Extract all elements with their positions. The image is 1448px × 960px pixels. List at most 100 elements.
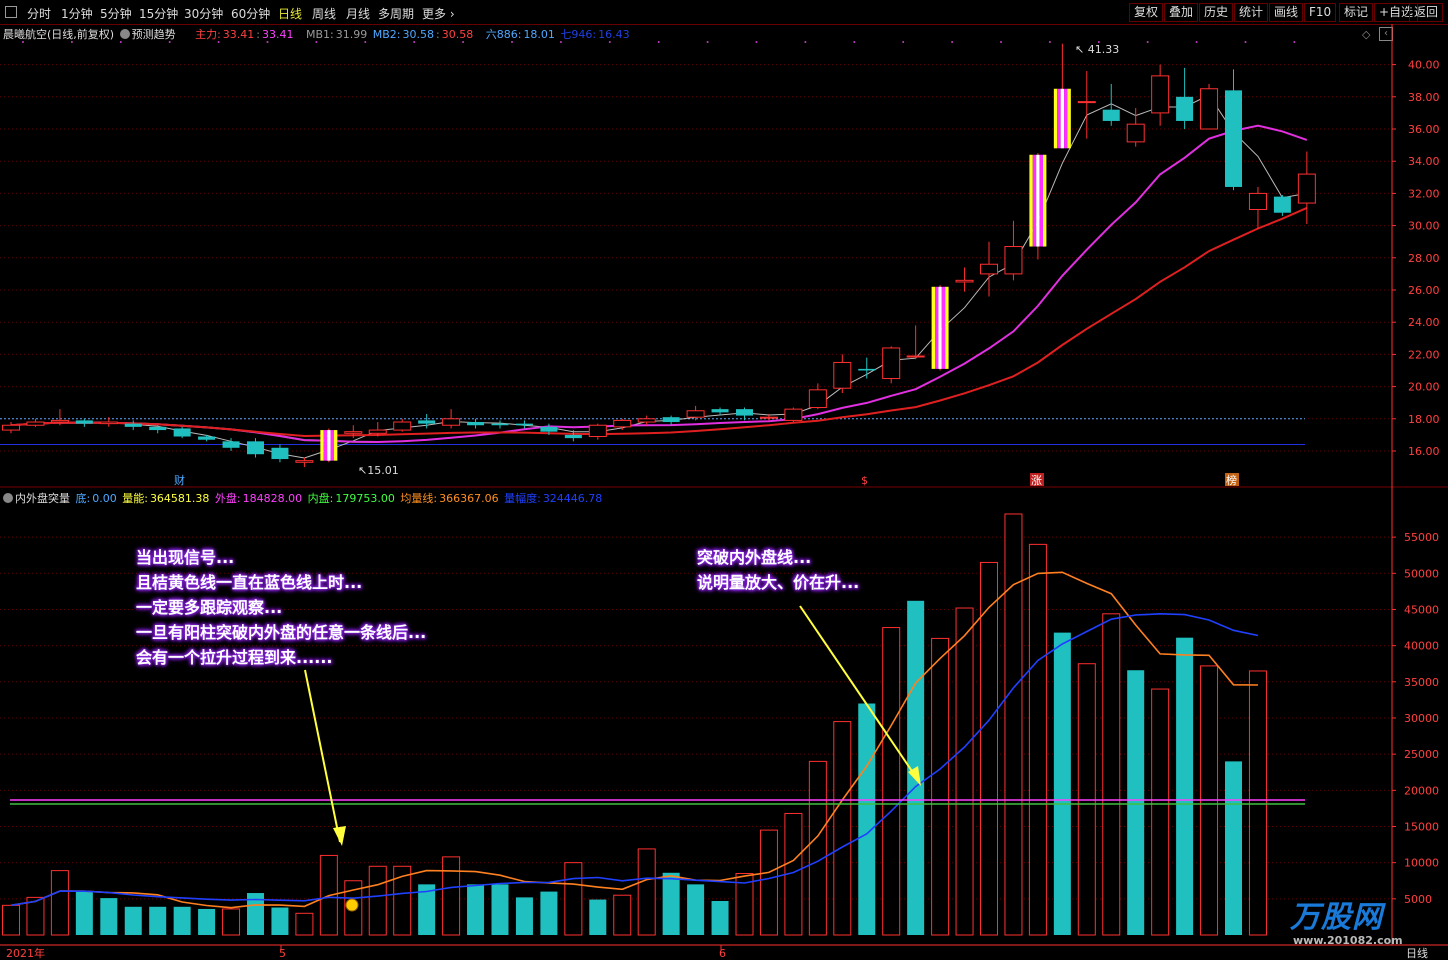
volume-bar-up — [1028, 543, 1047, 936]
volume-tick-label: 15000 — [1404, 820, 1439, 833]
volume-bar-up — [759, 829, 778, 936]
price-tick-label: 38.00 — [1408, 91, 1440, 104]
di-value: 0.00 — [92, 492, 117, 505]
candle-body-down — [1273, 196, 1291, 213]
volume-bar-down — [198, 908, 216, 935]
volume-bar-down — [662, 872, 680, 935]
price-tick-label: 18.00 — [1408, 413, 1440, 426]
low-annotation: ↖15.01 — [358, 464, 399, 477]
volume-bar-up — [2, 904, 20, 936]
tab-5min[interactable]: 5分钟 — [100, 5, 132, 22]
tab-1min[interactable]: 1分钟 — [61, 5, 93, 22]
indicator-name[interactable]: 内外盘突量 — [15, 492, 70, 505]
forecast-label[interactable]: 预测趋势 — [132, 28, 176, 41]
liangfu-value: 324446.78 — [542, 492, 603, 505]
event-dot — [1097, 41, 1100, 43]
tab-daily[interactable]: 日线 — [278, 5, 302, 22]
candle-body-up — [613, 419, 632, 428]
candle-body-up — [99, 421, 118, 425]
candle-body-up — [1248, 192, 1267, 210]
tab-fenshi[interactable]: 分时 — [27, 5, 51, 22]
signal-candle — [1053, 88, 1071, 149]
volume-bar-up — [344, 880, 363, 936]
signal-stripe — [1053, 88, 1058, 149]
callout-right: 突破内外盘线... 说明量放大、价在升... — [697, 545, 859, 595]
price-tick-label: 24.00 — [1408, 316, 1440, 329]
candle-body-up — [637, 418, 656, 423]
candle-body-up — [442, 418, 461, 426]
volume-bar-down — [589, 899, 607, 935]
tab-30min[interactable]: 30分钟 — [184, 5, 223, 22]
history-button[interactable]: 历史 — [1199, 3, 1234, 22]
callout-arrow-left — [304, 669, 341, 843]
volume-bar-down — [1225, 761, 1242, 935]
volume-bar-up — [980, 561, 998, 936]
xaxis-period-label: 日线 — [1406, 946, 1428, 960]
callout-arrowhead-left — [333, 826, 346, 846]
signal-stripe — [1067, 88, 1071, 149]
volume-bar-up — [808, 760, 827, 936]
volume-bar-up — [368, 865, 387, 936]
signal-stripe — [931, 286, 935, 369]
price-tick-label: 28.00 — [1408, 252, 1440, 265]
candle-body-up — [686, 410, 705, 418]
price-tick-label: 34.00 — [1408, 155, 1440, 168]
volume-tick-label: 55000 — [1404, 531, 1439, 544]
junliang-label: 均量线: — [400, 492, 438, 505]
neipan-value: 179753.00 — [335, 492, 395, 505]
window-menu-icon[interactable] — [5, 6, 17, 18]
main-label: 主力: — [195, 28, 221, 41]
candle-body-down — [540, 426, 558, 432]
fuquan-button[interactable]: 复权 — [1129, 3, 1164, 22]
indicator-toggle-icon[interactable] — [3, 493, 13, 503]
seven-value: 16.43 — [598, 28, 630, 41]
watermark-logo: 万股网 — [1290, 900, 1383, 935]
candle-body-up — [906, 355, 925, 358]
panel-menu-icon[interactable]: ‹ — [1379, 27, 1393, 41]
signal-stripe — [323, 430, 328, 461]
xaxis-may-label: 5 — [279, 947, 286, 960]
tab-weekly[interactable]: 周线 — [312, 5, 336, 22]
tab-60min[interactable]: 60分钟 — [231, 5, 270, 22]
draw-line-button[interactable]: 画线 — [1269, 3, 1304, 22]
callout-left-line: 且桔黄色线一直在蓝色线上时... — [136, 573, 363, 592]
stats-button[interactable]: 统计 — [1234, 3, 1269, 22]
tab-monthly[interactable]: 月线 — [346, 5, 370, 22]
candle-body-down — [467, 422, 485, 426]
lower-legend: 内外盘突量 底: 0.00 量能: 364581.38 外盘: 184828.00 内… — [3, 490, 604, 506]
forecast-toggle-icon[interactable] — [119, 29, 130, 39]
volume-bar-down — [907, 600, 925, 935]
event-dot — [1244, 41, 1247, 43]
candle-body-up — [1004, 246, 1023, 275]
mark-button[interactable]: 标记 — [1339, 3, 1374, 22]
marker-cai: 财 — [174, 473, 185, 487]
tab-multi-period[interactable]: 多周期 — [378, 5, 414, 22]
tab-15min[interactable]: 15分钟 — [139, 5, 178, 22]
volume-bar-up — [784, 812, 803, 936]
candle-body-down — [418, 420, 436, 424]
liangfu-label: 量幅度: — [504, 492, 541, 505]
waipan-label: 外盘: — [214, 492, 241, 505]
stock-title[interactable]: 晨曦航空(日线,前复权) — [3, 28, 114, 41]
watermark-url: www.201082.com — [1293, 934, 1403, 947]
back-button[interactable]: 返回 — [1409, 3, 1444, 22]
diamond-icon[interactable]: ◇ — [1362, 28, 1370, 41]
volume-bar-up — [222, 908, 241, 936]
volume-bar-up — [955, 607, 974, 936]
event-dot — [804, 41, 807, 43]
stock-chart[interactable]: ↖ 41.33 ↖15.01 财 $ 涨 榜 16.00 18.00 20.00 22.00 24… — [0, 0, 1448, 960]
six-label: 六886: — [485, 28, 522, 41]
volume-bar-down — [858, 703, 876, 935]
tab-more[interactable]: 更多 › — [422, 5, 455, 22]
ma-mid-line — [10, 124, 1308, 444]
signal-coin-icon — [345, 898, 359, 912]
volume-bar-down — [540, 891, 558, 935]
f10-button[interactable]: F10 — [1304, 3, 1337, 22]
volume-bar-down — [124, 906, 142, 935]
candle-body-down — [222, 441, 240, 448]
candle-body-up — [1077, 101, 1096, 104]
overlay-button[interactable]: 叠加 — [1164, 3, 1199, 22]
candle-body-down — [491, 423, 509, 426]
marker-dollar: $ — [861, 474, 868, 487]
volume-bar-up — [564, 862, 583, 936]
